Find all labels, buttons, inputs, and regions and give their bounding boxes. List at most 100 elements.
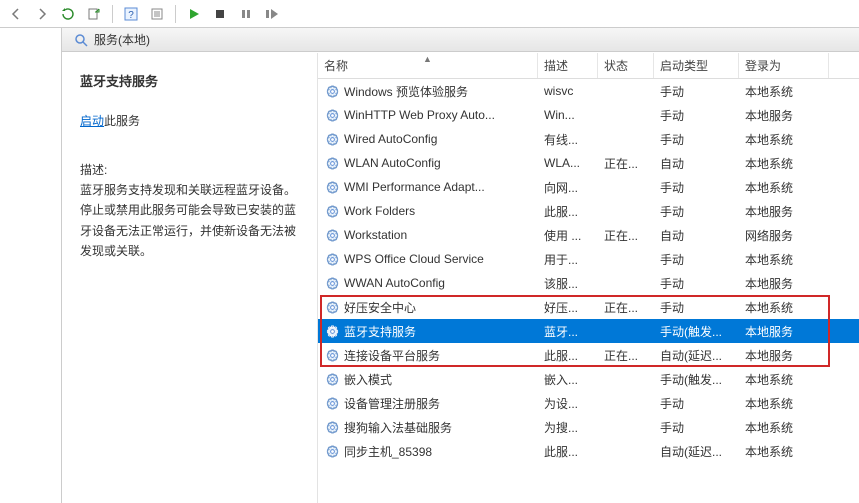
fwd-button[interactable] — [32, 4, 52, 24]
service-desc: 此服... — [538, 203, 598, 220]
service-status: 正在... — [598, 155, 654, 172]
service-desc: 蓝牙... — [538, 323, 598, 340]
service-startup: 手动 — [654, 251, 739, 268]
restart-service-button[interactable] — [262, 4, 282, 24]
service-login: 本地系统 — [739, 371, 829, 388]
tab-label[interactable]: 服务(本地) — [94, 31, 150, 48]
toolbar-separator — [112, 5, 113, 23]
service-desc: 嵌入... — [538, 371, 598, 388]
service-row[interactable]: Windows 预览体验服务wisvc手动本地系统 — [318, 79, 859, 103]
service-desc: Win... — [538, 108, 598, 122]
service-startup: 自动(延迟... — [654, 443, 739, 460]
service-row[interactable]: WLAN AutoConfigWLA...正在...自动本地系统 — [318, 151, 859, 175]
pause-service-button[interactable] — [236, 4, 256, 24]
service-desc: 此服... — [538, 443, 598, 460]
service-name: 同步主机_85398 — [344, 443, 432, 460]
detail-pane: 蓝牙支持服务 启动此服务 描述: 蓝牙服务支持发现和关联远程蓝牙设备。停止或禁用… — [62, 53, 318, 503]
start-service-button[interactable] — [184, 4, 204, 24]
service-name: Wired AutoConfig — [344, 132, 437, 146]
start-service-link[interactable]: 启动 — [80, 114, 104, 128]
service-startup: 手动 — [654, 395, 739, 412]
service-startup: 自动(延迟... — [654, 347, 739, 364]
svg-text:?: ? — [128, 10, 134, 21]
refresh-arrow-button[interactable] — [58, 4, 78, 24]
service-desc: 该服... — [538, 275, 598, 292]
service-startup: 手动 — [654, 107, 739, 124]
back-button[interactable] — [6, 4, 26, 24]
help-button[interactable]: ? — [121, 4, 141, 24]
service-row[interactable]: 连接设备平台服务此服...正在...自动(延迟...本地服务 — [318, 343, 859, 367]
service-gear-icon — [324, 251, 340, 267]
properties-button[interactable] — [147, 4, 167, 24]
service-login: 本地系统 — [739, 83, 829, 100]
column-header-startup[interactable]: 启动类型 — [654, 53, 739, 78]
sort-indicator-icon: ▲ — [423, 54, 432, 64]
service-name: WLAN AutoConfig — [344, 156, 441, 170]
service-login: 本地服务 — [739, 275, 829, 292]
column-header-login[interactable]: 登录为 — [739, 53, 829, 78]
service-name: WPS Office Cloud Service — [344, 252, 484, 266]
service-list-pane: 名称 ▲ 描述 状态 启动类型 登录为 Windows 预览体验服务wisvc手… — [318, 53, 859, 503]
service-row[interactable]: 蓝牙支持服务蓝牙...手动(触发...本地服务 — [318, 319, 859, 343]
service-row[interactable]: Workstation使用 ...正在...自动网络服务 — [318, 223, 859, 247]
service-gear-icon — [324, 227, 340, 243]
service-login: 本地系统 — [739, 419, 829, 436]
service-name: Windows 预览体验服务 — [344, 83, 468, 100]
service-name: WinHTTP Web Proxy Auto... — [344, 108, 495, 122]
service-login: 本地服务 — [739, 347, 829, 364]
stop-service-button[interactable] — [210, 4, 230, 24]
service-row[interactable]: 嵌入模式嵌入...手动(触发...本地系统 — [318, 367, 859, 391]
service-startup: 自动 — [654, 155, 739, 172]
service-gear-icon — [324, 299, 340, 315]
service-row[interactable]: WMI Performance Adapt...向网...手动本地系统 — [318, 175, 859, 199]
service-gear-icon — [324, 323, 340, 339]
service-startup: 手动 — [654, 83, 739, 100]
service-startup: 手动 — [654, 419, 739, 436]
service-login: 本地服务 — [739, 323, 829, 340]
service-login: 本地系统 — [739, 179, 829, 196]
service-name: 连接设备平台服务 — [344, 347, 440, 364]
service-desc: 此服... — [538, 347, 598, 364]
service-gear-icon — [324, 347, 340, 363]
main-area: 服务(本地) 蓝牙支持服务 启动此服务 描述: 蓝牙服务支持发现和关联远程蓝牙设… — [0, 28, 859, 503]
service-login: 本地系统 — [739, 443, 829, 460]
service-startup: 手动(触发... — [654, 371, 739, 388]
service-row[interactable]: 好压安全中心好压...正在...手动本地系统 — [318, 295, 859, 319]
service-row[interactable]: 设备管理注册服务为设...手动本地系统 — [318, 391, 859, 415]
column-header-name[interactable]: 名称 ▲ — [318, 53, 538, 78]
service-login: 本地服务 — [739, 107, 829, 124]
service-row[interactable]: Wired AutoConfig有线...手动本地系统 — [318, 127, 859, 151]
toolbar: ? — [0, 0, 859, 28]
service-row[interactable]: WPS Office Cloud Service用于...手动本地系统 — [318, 247, 859, 271]
service-rows[interactable]: Windows 预览体验服务wisvc手动本地系统WinHTTP Web Pro… — [318, 79, 859, 503]
service-name: Work Folders — [344, 204, 415, 218]
service-gear-icon — [324, 155, 340, 171]
column-headers: 名称 ▲ 描述 状态 启动类型 登录为 — [318, 53, 859, 79]
service-startup: 手动 — [654, 299, 739, 316]
left-tree-gutter — [0, 28, 62, 503]
service-description: 蓝牙服务支持发现和关联远程蓝牙设备。停止或禁用此服务可能会导致已安装的蓝牙设备无… — [80, 180, 303, 262]
service-status: 正在... — [598, 227, 654, 244]
service-desc: 用于... — [538, 251, 598, 268]
service-row[interactable]: WWAN AutoConfig该服...手动本地服务 — [318, 271, 859, 295]
body: 蓝牙支持服务 启动此服务 描述: 蓝牙服务支持发现和关联远程蓝牙设备。停止或禁用… — [62, 52, 859, 503]
service-name: 设备管理注册服务 — [344, 395, 440, 412]
service-gear-icon — [324, 395, 340, 411]
service-login: 本地服务 — [739, 203, 829, 220]
service-startup: 手动(触发... — [654, 323, 739, 340]
service-startup: 自动 — [654, 227, 739, 244]
service-row[interactable]: 搜狗输入法基础服务为搜...手动本地系统 — [318, 415, 859, 439]
service-gear-icon — [324, 83, 340, 99]
export-button[interactable] — [84, 4, 104, 24]
column-header-desc[interactable]: 描述 — [538, 53, 598, 78]
service-row[interactable]: WinHTTP Web Proxy Auto... Win... 手动本地服务 — [318, 103, 859, 127]
service-row[interactable]: Work Folders此服...手动本地服务 — [318, 199, 859, 223]
description-label: 描述: — [80, 161, 303, 178]
service-gear-icon — [324, 275, 340, 291]
tab-bar: 服务(本地) — [62, 28, 859, 52]
column-header-status[interactable]: 状态 — [598, 53, 654, 78]
service-row[interactable]: 同步主机_85398 此服... 自动(延迟...本地系统 — [318, 439, 859, 463]
service-name: WMI Performance Adapt... — [344, 180, 485, 194]
start-service-line: 启动此服务 — [80, 112, 303, 129]
service-name: 好压安全中心 — [344, 299, 416, 316]
